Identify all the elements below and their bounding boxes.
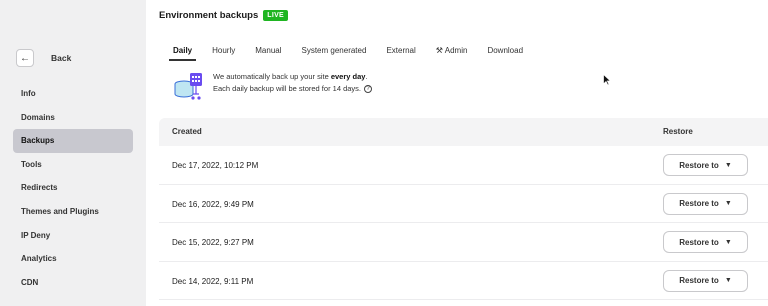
restore-to-button[interactable]: Restore to ▼ (663, 231, 748, 253)
chevron-down-icon: ▼ (724, 200, 732, 207)
wrench-icon: ⚒ (435, 46, 445, 55)
chevron-down-icon: ▼ (724, 238, 732, 246)
database-calendar-icon (174, 73, 202, 100)
info-text: We automatically back up your site every… (213, 71, 372, 95)
sidebar-item-redirects[interactable]: Redirects (13, 176, 133, 200)
backup-table: Dec 17, 2022, 10:12 PM Restore to ▼ Dec 1… (159, 146, 768, 300)
tab-hourly[interactable]: Hourly (212, 44, 235, 61)
restore-to-button[interactable]: Restore to ▼ (663, 154, 748, 176)
sidebar-nav: Info Domains Backups Tools Redirects The… (13, 82, 133, 294)
sidebar-item-themes-plugins[interactable]: Themes and Plugins (13, 200, 133, 224)
status-badge: LIVE (263, 10, 289, 21)
sidebar-item-domains[interactable]: Domains (13, 106, 133, 130)
column-header-created: Created (172, 127, 202, 136)
sidebar-item-ip-deny[interactable]: IP Deny (13, 224, 133, 248)
table-row: Dec 17, 2022, 10:12 PM Restore to ▼ (159, 146, 768, 185)
tab-admin[interactable]: ⚒ Admin (436, 44, 468, 61)
chevron-down-icon: ▼ (724, 277, 732, 284)
tab-download[interactable]: Download (487, 44, 523, 61)
sidebar-item-backups[interactable]: Backups (13, 129, 133, 153)
table-row: Dec 16, 2022, 9:49 PM Restore to ▼ (159, 185, 768, 223)
table-row: Dec 14, 2022, 9:11 PM Restore to ▼ (159, 262, 768, 300)
mouse-pointer-icon (603, 74, 611, 86)
backup-info: We automatically back up your site every… (173, 71, 372, 103)
sidebar-item-info[interactable]: Info (13, 82, 133, 106)
sidebar: ← Back Info Domains Backups Tools Redire… (0, 0, 146, 306)
page-title: Environment backups (159, 10, 259, 21)
arrow-left-icon[interactable]: ← (16, 49, 34, 67)
info-line-2: Each daily backup will be stored for 14 … (213, 83, 372, 95)
table-header: Created Restore (159, 118, 768, 146)
backup-date: Dec 14, 2022, 9:11 PM (172, 276, 254, 286)
restore-to-label: Restore to (679, 160, 719, 170)
info-line-1-bold: every day (330, 72, 366, 81)
info-line-2-text: Each daily backup will be stored for 14 … (213, 84, 361, 93)
restore-to-button[interactable]: Restore to ▼ (663, 192, 748, 215)
main-content: Environment backups LIVE Daily Hourly Ma… (146, 0, 768, 306)
restore-to-button[interactable]: Restore to ▼ (663, 269, 748, 292)
restore-to-label: Restore to (679, 237, 719, 247)
tab-system-generated[interactable]: System generated (302, 44, 367, 61)
backup-tabs: Daily Hourly Manual System generated Ext… (168, 44, 543, 61)
back-link[interactable]: ← Back (16, 49, 71, 67)
table-row: Dec 15, 2022, 9:27 PM Restore to ▼ (159, 223, 768, 262)
sidebar-item-tools[interactable]: Tools (13, 153, 133, 177)
backup-date: Dec 17, 2022, 10:12 PM (172, 161, 259, 170)
help-icon[interactable]: ? (364, 85, 372, 94)
tab-admin-label: Admin (444, 46, 468, 55)
info-line-1-suffix: . (365, 72, 368, 81)
restore-to-label: Restore to (679, 276, 719, 285)
tab-manual[interactable]: Manual (255, 44, 281, 61)
backup-date: Dec 16, 2022, 9:49 PM (172, 199, 254, 209)
sidebar-item-cdn[interactable]: CDN (13, 271, 133, 295)
backup-date: Dec 15, 2022, 9:27 PM (172, 238, 254, 247)
info-line-1: We automatically back up your site every… (213, 71, 372, 83)
sidebar-item-analytics[interactable]: Analytics (13, 247, 133, 271)
back-label[interactable]: Back (51, 53, 71, 63)
restore-to-label: Restore to (679, 199, 719, 208)
page-header: Environment backups LIVE (159, 10, 289, 21)
info-line-1-prefix: We automatically back up your site (213, 72, 331, 81)
tab-external[interactable]: External (386, 44, 415, 61)
column-header-restore: Restore (663, 127, 693, 136)
chevron-down-icon: ▼ (724, 161, 732, 169)
tab-daily[interactable]: Daily (168, 44, 197, 61)
